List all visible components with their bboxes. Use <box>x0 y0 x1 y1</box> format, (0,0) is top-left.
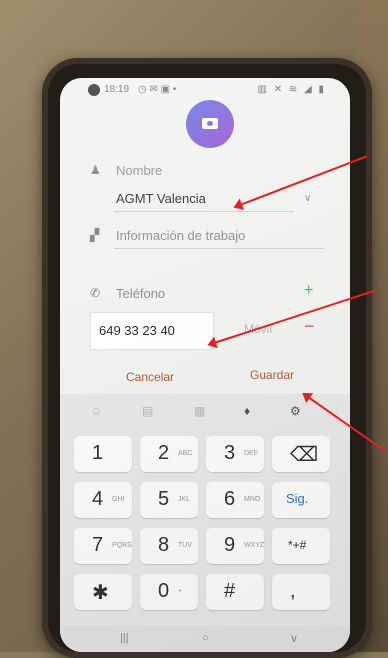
key-label: 9 <box>224 534 236 556</box>
key-sublabel: GHI <box>112 496 125 503</box>
name-label: Nombre <box>116 163 163 178</box>
key-label: 0 <box>158 580 170 602</box>
key-sublabel: TUV <box>178 542 192 549</box>
navigation-bar: ||| ○ ∨ <box>60 626 350 652</box>
contact-photo-button[interactable] <box>186 100 234 148</box>
status-time: 18:19 <box>104 84 130 95</box>
key-label: ✱ <box>92 582 109 604</box>
home-button[interactable]: ○ <box>202 632 209 644</box>
key-7[interactable]: Sig. <box>272 482 330 518</box>
clipboard-icon[interactable]: ▦ <box>194 404 205 418</box>
key-label: 4 <box>92 488 104 510</box>
key-sublabel: PQRS <box>112 542 132 549</box>
recent-apps-button[interactable]: ||| <box>120 632 129 644</box>
key-sublabel: MNO <box>244 496 261 503</box>
key-4[interactable]: 4 GHI <box>74 482 132 518</box>
key-sublabel: DEF <box>244 450 258 457</box>
key-3[interactable]: ⌫ <box>272 436 330 472</box>
add-phone-icon[interactable]: + <box>304 282 313 300</box>
person-icon: ♟ <box>90 163 101 177</box>
key-label: 5 <box>158 488 170 510</box>
cancel-button[interactable]: Cancelar <box>126 370 174 384</box>
key-sublabel: + <box>178 588 183 595</box>
phone-screen: 18:19 ◷ ✉ ▣ • ▥ ✕ ≋ ◢ ▮ ♟ Nombre AGMT Va… <box>60 78 350 652</box>
key-label: 6 <box>224 488 236 510</box>
key-label: # <box>224 580 236 602</box>
chevron-down-icon[interactable]: ∨ <box>304 193 311 204</box>
key-label: 3 <box>224 442 236 464</box>
status-bar: 18:19 ◷ ✉ ▣ • ▥ ✕ ≋ ◢ ▮ <box>60 78 350 100</box>
key-label: Sig. <box>286 491 309 506</box>
back-button[interactable]: ∨ <box>290 632 298 645</box>
key-8[interactable]: 7 PQRS <box>74 528 132 564</box>
key-label: 8 <box>158 534 170 556</box>
key-0[interactable]: 1 <box>74 436 132 472</box>
key-sublabel: JKL <box>178 496 191 503</box>
key-label: 2 <box>158 442 170 464</box>
key-5[interactable]: 5 JKL <box>140 482 198 518</box>
gear-icon[interactable]: ⚙ <box>290 404 301 418</box>
name-field[interactable]: AGMT Valencia <box>116 191 206 206</box>
key-2[interactable]: 3 DEF <box>206 436 264 472</box>
phone-number-value: 649 33 23 40 <box>99 323 175 338</box>
key-11[interactable]: *+# <box>272 528 330 564</box>
phone-number-field[interactable]: 649 33 23 40 <box>90 312 214 350</box>
microphone-icon[interactable]: ♦ <box>244 404 250 418</box>
work-info-field[interactable]: Información de trabajo <box>116 228 245 243</box>
numeric-keyboard: ☺ ▤ ▦ ♦ ⚙ 1 2 ABC 3 DEF ⌫ 4 GHI 5 JKL 6 MNO Sig. 7 PQR… <box>60 394 350 652</box>
work-underline <box>114 248 324 249</box>
work-icon: ▞ <box>90 228 100 242</box>
key-9[interactable]: 8 TUV <box>140 528 198 564</box>
key-label: , <box>290 580 296 602</box>
key-14[interactable]: # <box>206 574 264 610</box>
save-button[interactable]: Guardar <box>250 368 294 382</box>
key-12[interactable]: ✱ <box>74 574 132 610</box>
phone-label: Teléfono <box>116 286 166 301</box>
status-system-icons: ▥ ✕ ≋ ◢ ▮ <box>257 84 326 95</box>
key-sublabel: ABC <box>178 450 193 457</box>
key-label: ⌫ <box>290 444 319 466</box>
key-sublabel: WXYZ <box>244 542 265 549</box>
emoji-icon[interactable]: ☺ <box>90 404 102 418</box>
key-13[interactable]: 0 + <box>140 574 198 610</box>
front-camera <box>88 84 100 96</box>
key-10[interactable]: 9 WXYZ <box>206 528 264 564</box>
remove-phone-icon[interactable]: − <box>304 316 315 337</box>
camera-icon <box>202 118 218 129</box>
status-notification-icons: ◷ ✉ ▣ • <box>138 84 177 95</box>
name-underline <box>114 211 294 212</box>
phone-icon: ✆ <box>90 286 101 300</box>
sticker-icon[interactable]: ▤ <box>142 404 153 418</box>
key-6[interactable]: 6 MNO <box>206 482 264 518</box>
key-label: *+# <box>288 538 307 552</box>
key-1[interactable]: 2 ABC <box>140 436 198 472</box>
key-15[interactable]: , <box>272 574 330 610</box>
key-label: 1 <box>92 442 104 464</box>
key-label: 7 <box>92 534 104 556</box>
